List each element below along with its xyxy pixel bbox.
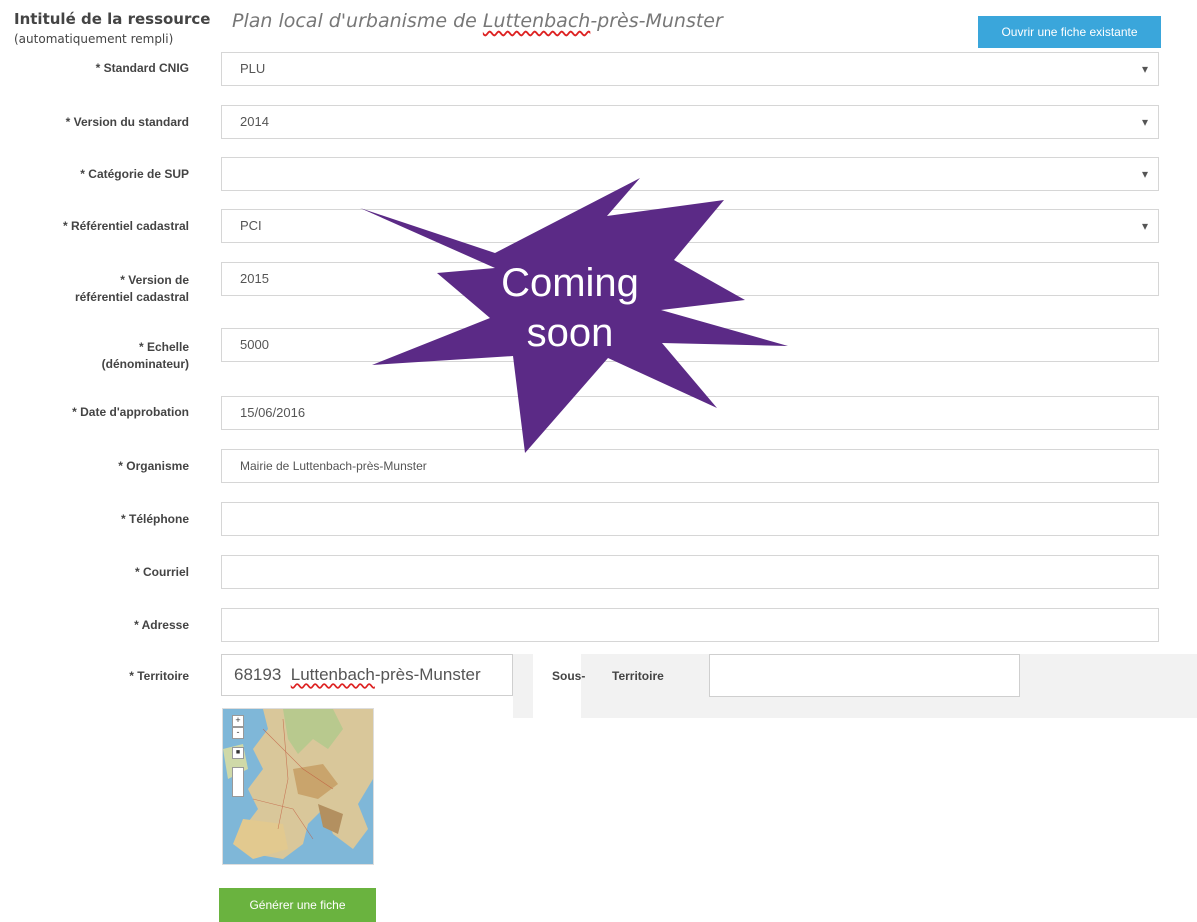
coming-soon-line2: soon xyxy=(526,311,614,355)
coming-soon-line1: Coming xyxy=(501,261,639,305)
resource-title-sublabel: (automatiquement rempli) xyxy=(14,32,174,46)
sous-territoire-input[interactable] xyxy=(709,654,1020,697)
standard-cnig-value: PLU xyxy=(240,61,266,76)
map-zoom-in-button[interactable]: + xyxy=(232,715,244,727)
map-zoom-out-button[interactable]: - xyxy=(232,727,244,739)
resource-title-misspelled-word: Luttenbach xyxy=(482,10,591,32)
generate-sheet-button[interactable]: Générer une fiche xyxy=(219,888,376,922)
territoire-input[interactable]: 68193 Luttenbach-près-Munster xyxy=(221,654,513,696)
version-referentiel-label-line1: * Version de xyxy=(120,273,189,287)
resource-title-label: Intitulé de la ressource xyxy=(14,10,211,28)
echelle-label-line2: (dénominateur) xyxy=(101,357,189,371)
telephone-label: * Téléphone xyxy=(120,512,189,526)
version-standard-value: 2014 xyxy=(240,114,269,129)
version-standard-select[interactable]: 2014 xyxy=(221,105,1159,139)
echelle-label: * Echelle (dénominateur) xyxy=(0,339,189,373)
territory-map[interactable]: + - ■ xyxy=(222,708,374,865)
organisme-value: Mairie de Luttenbach-près-Munster xyxy=(240,459,427,473)
sous-territoire-label-part2: Territoire xyxy=(612,669,664,683)
categorie-sup-label: * Catégorie de SUP xyxy=(80,167,189,181)
adresse-input[interactable] xyxy=(221,608,1159,642)
organisme-input[interactable]: Mairie de Luttenbach-près-Munster xyxy=(221,449,1159,483)
referentiel-cadastral-label: * Référentiel cadastral xyxy=(62,219,189,233)
courriel-input[interactable] xyxy=(221,555,1159,589)
map-image xyxy=(223,709,373,864)
standard-cnig-select[interactable]: PLU xyxy=(221,52,1159,86)
sous-territoire-label-box xyxy=(533,654,581,718)
sous-territoire-label-part1: Sous- xyxy=(552,669,586,683)
territoire-misspelled-word: Luttenbach xyxy=(290,665,375,684)
echelle-label-line1: * Echelle xyxy=(138,340,189,354)
date-approbation-label: * Date d'approbation xyxy=(72,405,189,419)
echelle-value: 5000 xyxy=(240,337,269,352)
open-existing-sheet-button[interactable]: Ouvrir une fiche existante xyxy=(978,16,1161,48)
resource-title-value: Plan local d'urbanisme de Luttenbach-prè… xyxy=(232,10,723,32)
version-referentiel-label-line2: référentiel cadastral xyxy=(74,290,189,304)
version-referentiel-label: * Version de référentiel cadastral xyxy=(0,272,189,306)
adresse-label: * Adresse xyxy=(134,618,189,632)
resource-title-suffix: -près-Munster xyxy=(590,10,723,32)
courriel-label: * Courriel xyxy=(134,565,189,579)
date-approbation-value: 15/06/2016 xyxy=(240,405,306,420)
coming-soon-text: Coming soon xyxy=(470,258,670,358)
territoire-code: 68193 xyxy=(234,665,282,684)
telephone-input[interactable] xyxy=(221,502,1159,536)
organisme-label: * Organisme xyxy=(118,459,189,473)
resource-title-prefix: Plan local d'urbanisme de xyxy=(232,10,483,32)
territoire-label: * Territoire xyxy=(129,669,189,683)
map-zoom-slider[interactable] xyxy=(232,767,244,797)
version-standard-label: * Version du standard xyxy=(65,115,189,129)
territoire-name-rest: -près-Munster xyxy=(374,665,481,684)
version-referentiel-value: 2015 xyxy=(240,271,269,286)
standard-cnig-label: * Standard CNIG xyxy=(95,61,189,75)
referentiel-cadastral-value: PCI xyxy=(240,218,262,233)
map-stop-icon[interactable]: ■ xyxy=(232,747,244,759)
